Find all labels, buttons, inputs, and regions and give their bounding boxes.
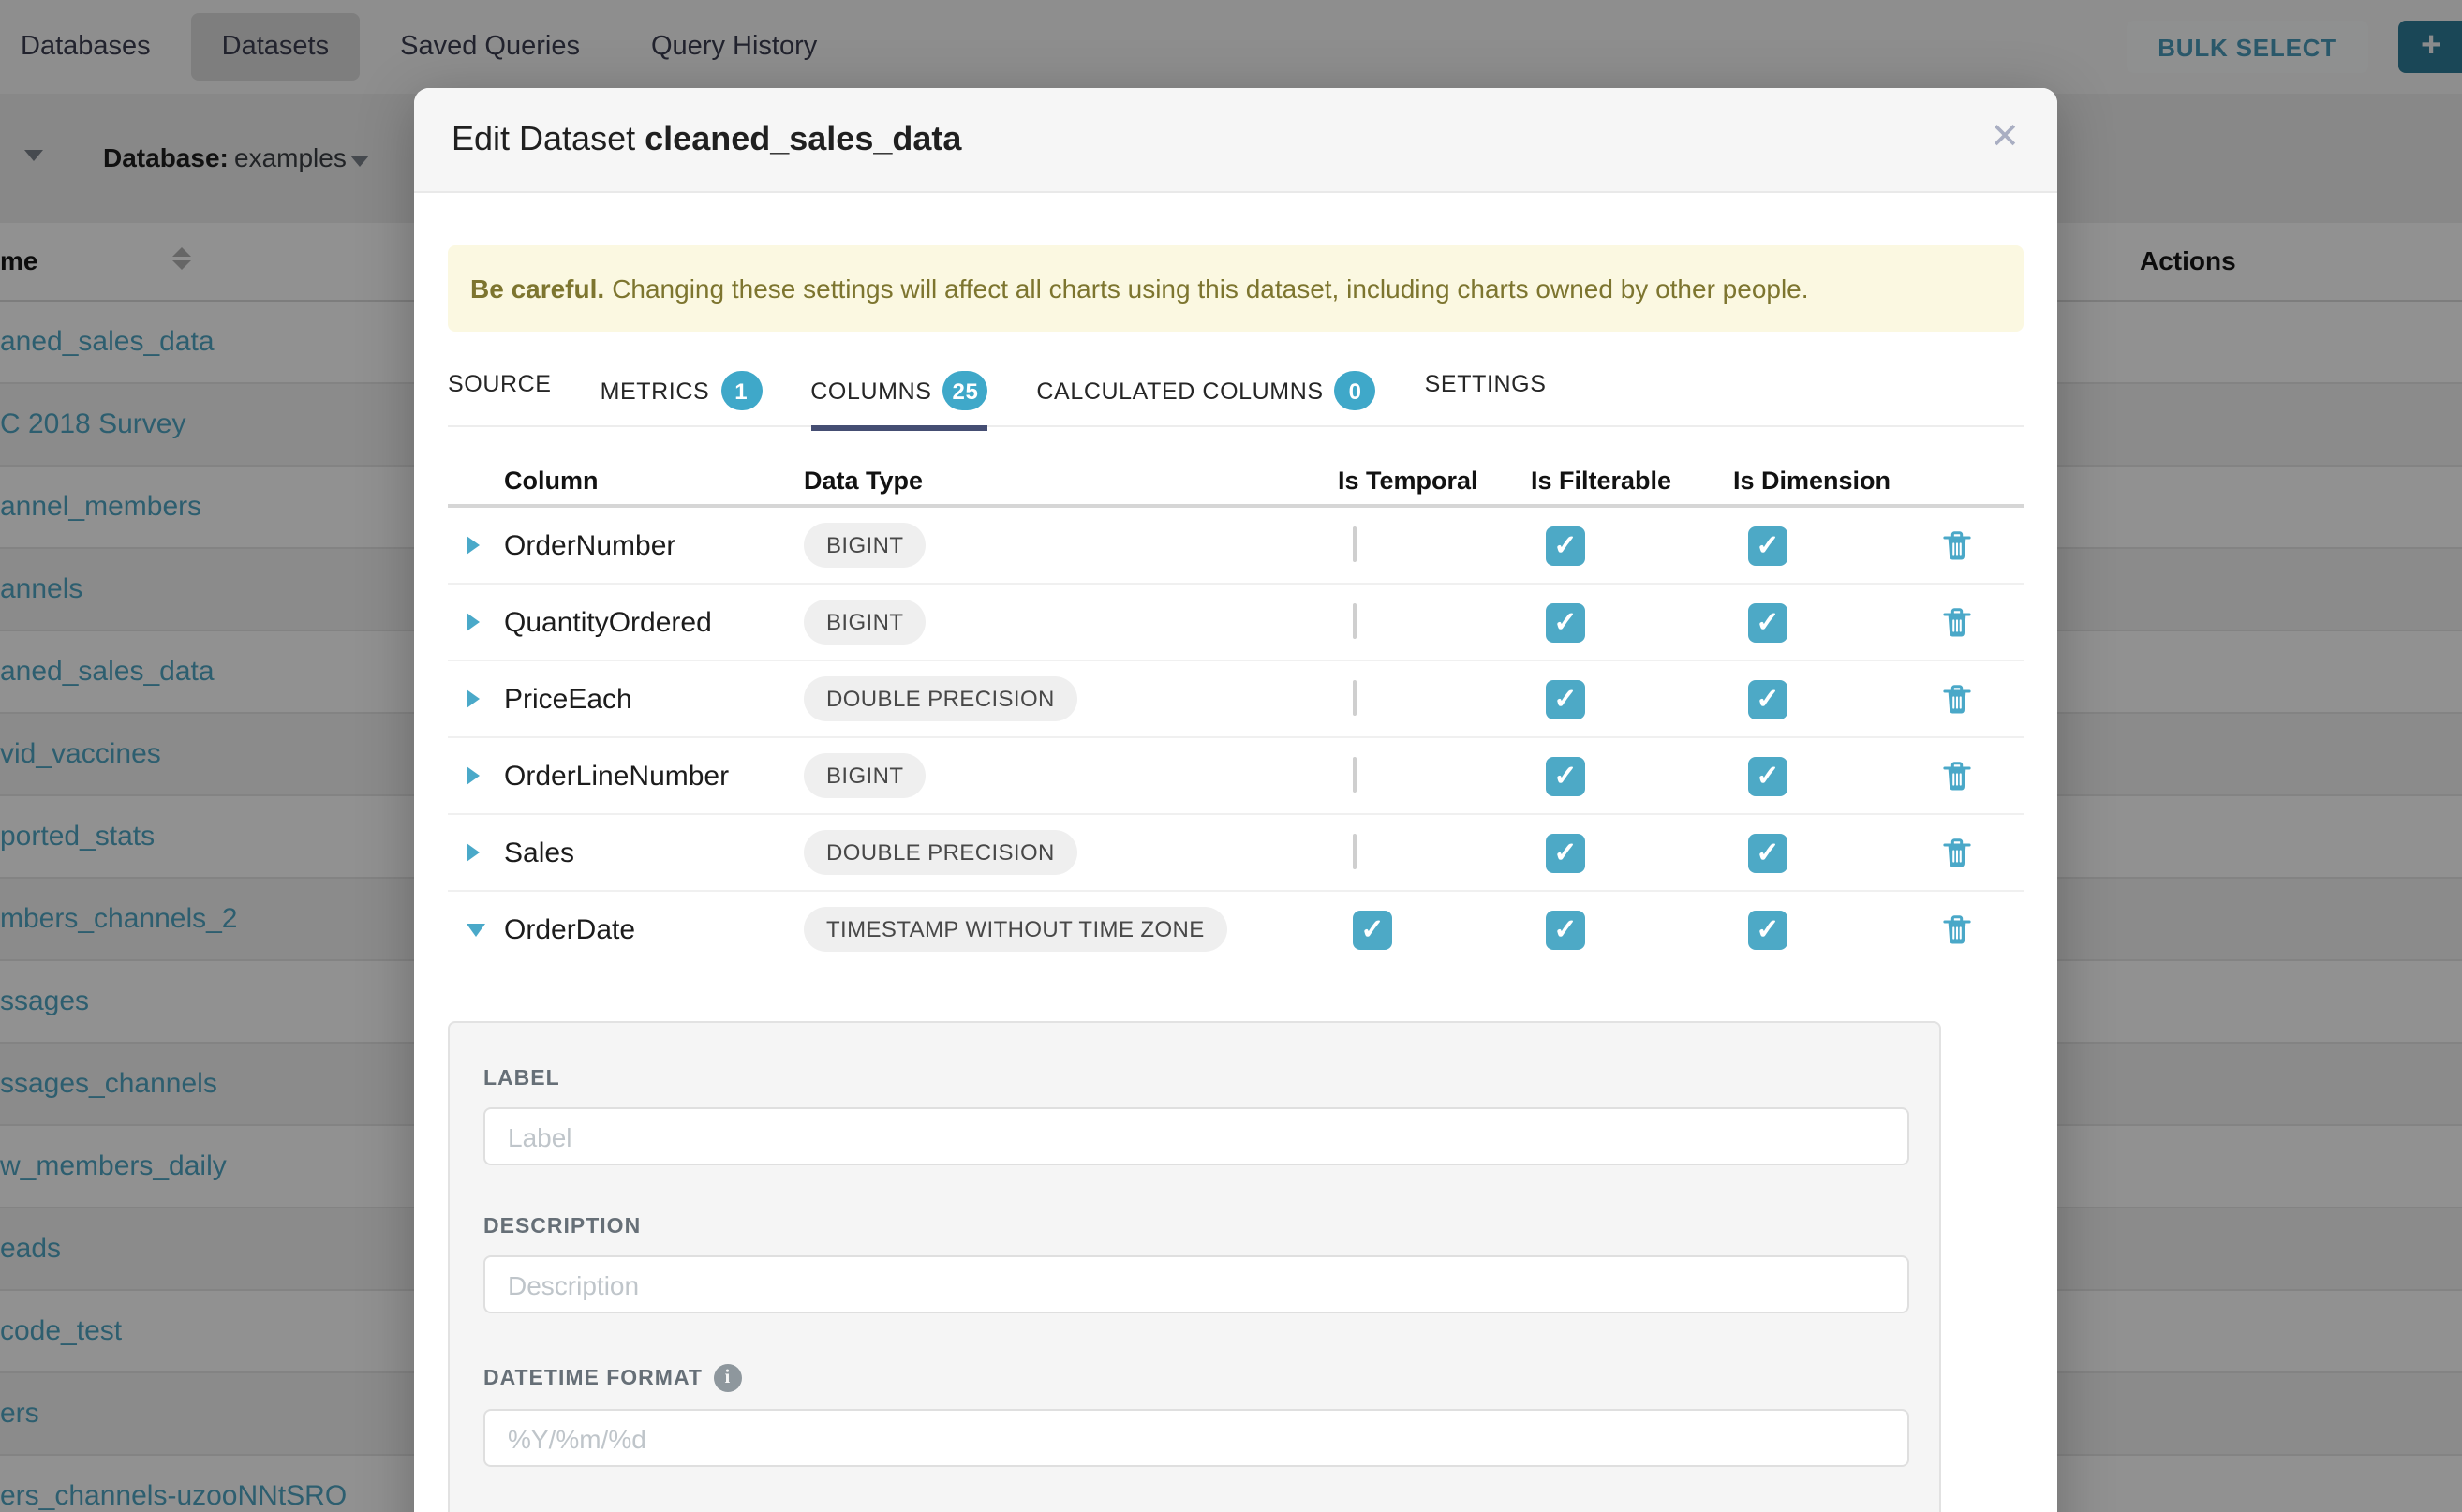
tab-label: CALCULATED COLUMNS	[1036, 378, 1323, 404]
column-name: OrderDate	[504, 913, 804, 945]
expand-caret-icon[interactable]	[467, 923, 485, 936]
tab-label: METRICS	[601, 378, 710, 404]
tab-count-badge: 25	[943, 371, 988, 410]
description-field-label-text: DESCRIPTION	[483, 1216, 641, 1238]
tab-count-badge: 1	[720, 371, 762, 410]
column-name: PriceEach	[504, 683, 804, 715]
delete-icon[interactable]	[1943, 837, 1971, 868]
warning-banner-text: Changing these settings will affect all …	[612, 274, 1808, 304]
modal-title-dataset-name: cleaned_sales_data	[645, 120, 961, 157]
modal-tab[interactable]: METRICS 1	[601, 371, 763, 429]
modal-tab[interactable]: SETTINGS	[1425, 371, 1547, 416]
warning-banner-bold: Be careful.	[470, 274, 604, 304]
label-field-label: LABEL	[483, 1068, 1906, 1090]
datatype-pill: BIGINT	[804, 523, 926, 568]
column-row: PriceEach DOUBLE PRECISION	[448, 661, 2024, 738]
app-root: DatabasesDatasetsSaved QueriesQuery Hist…	[0, 0, 2462, 1512]
tab-label: SETTINGS	[1425, 371, 1547, 397]
column-row: OrderDate TIMESTAMP WITHOUT TIME ZONE	[448, 892, 2024, 967]
delete-icon[interactable]	[1943, 760, 1971, 792]
datetime-format-field-label: DATETIME FORMAT i	[483, 1364, 1906, 1392]
delete-icon[interactable]	[1943, 606, 1971, 638]
column-row: OrderNumber BIGINT	[448, 508, 2024, 585]
is-dimension-checkbox[interactable]	[1748, 833, 1787, 872]
is-filterable-checkbox[interactable]	[1546, 679, 1585, 719]
expand-caret-icon[interactable]	[467, 766, 480, 785]
modal-header: Edit Dataset cleaned_sales_data ✕	[414, 88, 2057, 193]
is-filterable-checkbox[interactable]	[1546, 526, 1585, 565]
is-filterable-checkbox[interactable]	[1546, 602, 1585, 642]
datatype-pill: BIGINT	[804, 600, 926, 645]
is-temporal-checkbox[interactable]	[1353, 680, 1357, 716]
tab-label: COLUMNS	[810, 378, 931, 404]
description-input[interactable]	[483, 1255, 1909, 1313]
info-icon[interactable]: i	[714, 1364, 742, 1392]
delete-icon[interactable]	[1943, 683, 1971, 715]
tab-count-badge: 0	[1335, 371, 1376, 410]
is-temporal-checkbox[interactable]	[1353, 603, 1357, 639]
is-dimension-checkbox[interactable]	[1748, 602, 1787, 642]
is-dimension-checkbox[interactable]	[1748, 679, 1787, 719]
is-temporal-checkbox[interactable]	[1353, 910, 1392, 949]
column-header: Column	[504, 466, 804, 494]
expand-caret-icon[interactable]	[467, 613, 480, 631]
label-input[interactable]	[483, 1107, 1909, 1165]
column-expanded-editor: LABEL DESCRIPTION DATETIME FORMAT i	[448, 1021, 1941, 1512]
column-name: OrderNumber	[504, 529, 804, 561]
is-dimension-checkbox[interactable]	[1748, 910, 1787, 949]
expand-caret-icon[interactable]	[467, 843, 480, 862]
datetime-format-input[interactable]	[483, 1409, 1909, 1467]
modal-tab[interactable]: CALCULATED COLUMNS 0	[1036, 371, 1375, 429]
label-field-label-text: LABEL	[483, 1068, 560, 1090]
column-row: Sales DOUBLE PRECISION	[448, 815, 2024, 892]
is-dimension-checkbox[interactable]	[1748, 756, 1787, 795]
column-name: Sales	[504, 837, 804, 868]
columns-table-rows: OrderNumber BIGINT QuantityOrdered BIGIN…	[448, 508, 2024, 967]
edit-dataset-modal: Edit Dataset cleaned_sales_data ✕ Be car…	[414, 88, 2057, 1512]
is-temporal-checkbox[interactable]	[1353, 526, 1357, 562]
modal-tab[interactable]: COLUMNS 25	[810, 371, 987, 429]
modal-tabs: SOURCE METRICS 1 COLUMNS 25 CALCULATED COLUMN…	[448, 371, 2024, 427]
modal-tab[interactable]: SOURCE	[448, 371, 552, 416]
datatype-pill: DOUBLE PRECISION	[804, 830, 1077, 875]
column-row: QuantityOrdered BIGINT	[448, 585, 2024, 661]
modal-title-prefix: Edit Dataset	[452, 120, 635, 157]
is-filterable-checkbox[interactable]	[1546, 756, 1585, 795]
expand-caret-icon[interactable]	[467, 689, 480, 708]
modal-body: Be careful. Changing these settings will…	[414, 245, 2057, 1512]
column-name: QuantityOrdered	[504, 606, 804, 638]
close-icon[interactable]: ✕	[1990, 114, 2020, 163]
datatype-pill: DOUBLE PRECISION	[804, 676, 1077, 721]
is-temporal-checkbox[interactable]	[1353, 834, 1357, 869]
description-field-label: DESCRIPTION	[483, 1216, 1906, 1238]
column-row: OrderLineNumber BIGINT	[448, 738, 2024, 815]
is-filterable-checkbox[interactable]	[1546, 910, 1585, 949]
datatype-pill: TIMESTAMP WITHOUT TIME ZONE	[804, 907, 1227, 952]
is-temporal-header: Is Temporal	[1338, 466, 1531, 494]
tab-label: SOURCE	[448, 371, 552, 397]
columns-table-header: Column Data Type Is Temporal Is Filterab…	[448, 455, 2024, 508]
delete-icon[interactable]	[1943, 529, 1971, 561]
datatype-pill: BIGINT	[804, 753, 926, 798]
is-dimension-header: Is Dimension	[1733, 466, 1939, 494]
column-name: OrderLineNumber	[504, 760, 804, 792]
datatype-header: Data Type	[804, 466, 1338, 494]
is-filterable-header: Is Filterable	[1531, 466, 1733, 494]
is-dimension-checkbox[interactable]	[1748, 526, 1787, 565]
expand-caret-icon[interactable]	[467, 536, 480, 555]
is-filterable-checkbox[interactable]	[1546, 833, 1585, 872]
is-temporal-checkbox[interactable]	[1353, 757, 1357, 793]
modal-title: Edit Dataset cleaned_sales_data	[452, 120, 961, 159]
delete-icon[interactable]	[1943, 913, 1971, 945]
warning-banner: Be careful. Changing these settings will…	[448, 245, 2024, 332]
datetime-format-label-text: DATETIME FORMAT	[483, 1367, 703, 1389]
